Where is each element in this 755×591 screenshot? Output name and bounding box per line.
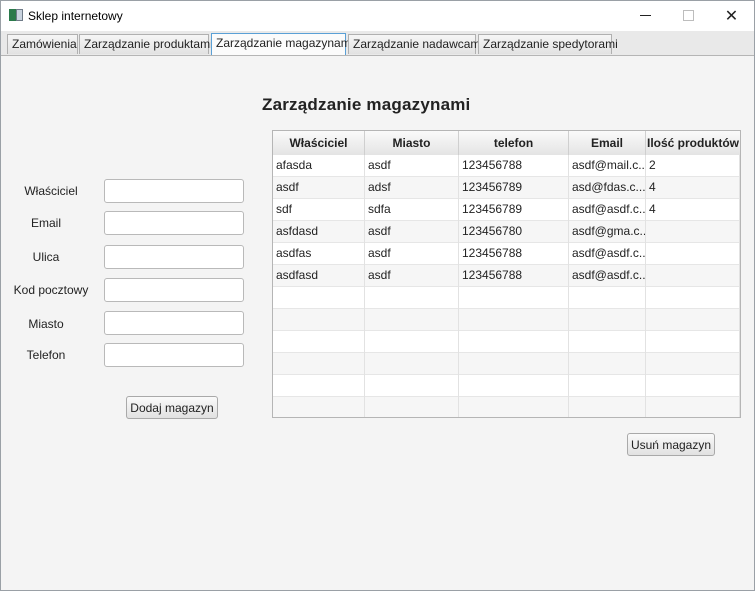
- window-title: Sklep internetowy: [28, 9, 123, 23]
- empty-table-row: [273, 309, 740, 331]
- table-header: Właściciel Miasto telefon Email Ilość pr…: [273, 131, 740, 156]
- street-label: Ulica: [32, 250, 60, 264]
- maximize-icon: [683, 10, 694, 21]
- table-row[interactable]: sdf sdfa 123456789 asdf@asdf.c... 4: [273, 199, 740, 221]
- table-row[interactable]: asdf adsf 123456789 asd@fdas.c... 4: [273, 177, 740, 199]
- phone-field[interactable]: [104, 343, 244, 367]
- email-label: Email: [30, 216, 61, 230]
- cell-product-count: [646, 243, 740, 265]
- table-row[interactable]: asdfasd asdf 123456788 asdf@asdf.c...: [273, 265, 740, 287]
- cell-product-count: [646, 265, 740, 287]
- tab-zarzadzanie-nadawcami[interactable]: Zarządzanie nadawcami: [348, 34, 483, 54]
- table-row[interactable]: asdfas asdf 123456788 asdf@asdf.c...: [273, 243, 740, 265]
- owner-label: Właściciel: [24, 184, 78, 198]
- close-button[interactable]: ✕: [709, 1, 754, 31]
- empty-table-row: [273, 287, 740, 309]
- cell-phone: 123456788: [459, 265, 569, 287]
- column-header-email[interactable]: Email: [569, 131, 646, 155]
- add-warehouse-button[interactable]: Dodaj magazyn: [126, 396, 218, 419]
- tab-zamowienia[interactable]: Zamówienia: [7, 34, 78, 54]
- cell-product-count: 4: [646, 199, 740, 221]
- column-header-phone[interactable]: telefon: [459, 131, 569, 155]
- city-label: Miasto: [28, 317, 64, 331]
- table-row[interactable]: asfdasd asdf 123456780 asdf@gma.c...: [273, 221, 740, 243]
- minimize-button[interactable]: [623, 1, 668, 31]
- empty-table-row: [273, 331, 740, 353]
- cell-owner: asdfas: [273, 243, 365, 265]
- cell-owner: afasda: [273, 155, 365, 177]
- cell-city: sdfa: [365, 199, 459, 221]
- postal-code-label: Kod pocztowy: [13, 283, 89, 297]
- owner-field[interactable]: [104, 179, 244, 203]
- cell-owner: asdfasd: [273, 265, 365, 287]
- cell-email: asdf@mail.c...: [569, 155, 646, 177]
- cell-city: asdf: [365, 243, 459, 265]
- minimize-icon: [640, 15, 651, 16]
- empty-table-row: [273, 397, 740, 417]
- email-field[interactable]: [104, 211, 244, 235]
- cell-product-count: 4: [646, 177, 740, 199]
- tab-zarzadzanie-spedytorami[interactable]: Zarządzanie spedytorami: [478, 34, 618, 54]
- cell-phone: 123456788: [459, 243, 569, 265]
- cell-city: asdf: [365, 221, 459, 243]
- empty-table-row: [273, 353, 740, 375]
- cell-city: adsf: [365, 177, 459, 199]
- cell-email: asdf@asdf.c...: [569, 243, 646, 265]
- cell-product-count: 2: [646, 155, 740, 177]
- app-icon: [9, 9, 23, 21]
- page-title: Zarządzanie magazynami: [262, 95, 471, 114]
- cell-phone: 123456789: [459, 177, 569, 199]
- warehouse-table[interactable]: Właściciel Miasto telefon Email Ilość pr…: [272, 130, 741, 418]
- cell-owner: asfdasd: [273, 221, 365, 243]
- city-field[interactable]: [104, 311, 244, 335]
- phone-label: Telefon: [26, 348, 66, 362]
- cell-phone: 123456788: [459, 155, 569, 177]
- cell-city: asdf: [365, 155, 459, 177]
- postal-code-field[interactable]: [104, 278, 244, 302]
- cell-phone: 123456780: [459, 221, 569, 243]
- tab-zarzadzanie-magazynami[interactable]: Zarządzanie magazynami: [211, 33, 353, 55]
- cell-owner: sdf: [273, 199, 365, 221]
- app-window: Sklep internetowy ✕ Zamówienia Zarządzan…: [0, 0, 755, 591]
- cell-email: asdf@asdf.c...: [569, 265, 646, 287]
- tab-zarzadzanie-produktami[interactable]: Zarządzanie produktami: [79, 34, 213, 54]
- cell-owner: asdf: [273, 177, 365, 199]
- tab-bar: Zamówienia Zarządzanie produktami Zarząd…: [1, 31, 754, 56]
- cell-city: asdf: [365, 265, 459, 287]
- empty-table-row: [273, 375, 740, 397]
- cell-phone: 123456789: [459, 199, 569, 221]
- column-header-product-count[interactable]: Ilość produktów: [646, 131, 740, 155]
- table-row[interactable]: afasda asdf 123456788 asdf@mail.c... 2: [273, 155, 740, 177]
- cell-email: asdf@gma.c...: [569, 221, 646, 243]
- street-field[interactable]: [104, 245, 244, 269]
- maximize-button[interactable]: [665, 1, 710, 31]
- title-bar: Sklep internetowy ✕: [1, 1, 754, 31]
- column-header-owner[interactable]: Właściciel: [273, 131, 365, 155]
- cell-product-count: [646, 221, 740, 243]
- delete-warehouse-button[interactable]: Usuń magazyn: [627, 433, 715, 456]
- cell-email: asdf@asdf.c...: [569, 199, 646, 221]
- column-header-city[interactable]: Miasto: [365, 131, 459, 155]
- cell-email: asd@fdas.c...: [569, 177, 646, 199]
